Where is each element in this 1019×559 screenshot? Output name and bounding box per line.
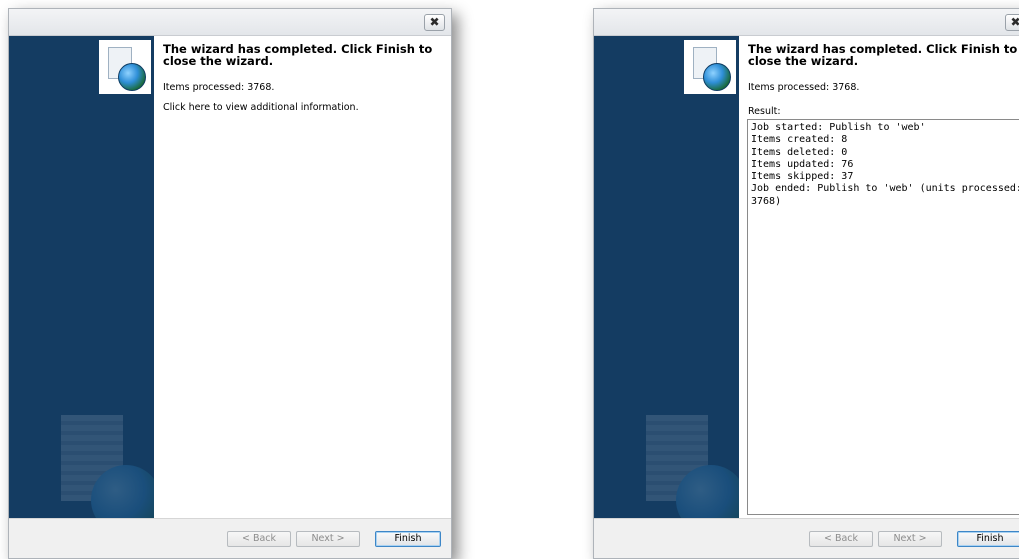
- close-icon[interactable]: ✖: [424, 14, 445, 31]
- completion-heading: The wizard has completed. Click Finish t…: [163, 42, 433, 68]
- publish-globe-icon: [703, 63, 731, 91]
- result-label: Result:: [748, 106, 781, 117]
- next-button[interactable]: Next >: [878, 531, 942, 547]
- close-icon[interactable]: ✖: [1005, 14, 1019, 31]
- wizard-logo: [99, 40, 151, 94]
- wizard-dialog-result: ✖ The wizard has completed. Click Finish…: [593, 8, 1019, 559]
- publish-globe-icon: [118, 63, 146, 91]
- additional-info-link[interactable]: Click here to view additional informatio…: [163, 102, 359, 113]
- result-textbox[interactable]: Job started: Publish to 'web' Items crea…: [747, 119, 1019, 515]
- finish-button[interactable]: Finish: [375, 531, 441, 547]
- wizard-side-panel: [594, 36, 739, 519]
- wizard-content: The wizard has completed. Click Finish t…: [739, 36, 1019, 519]
- watermark-logo: [61, 415, 154, 519]
- button-bar: < Back Next > Finish: [9, 518, 451, 558]
- wizard-dialog-summary: ✖ The wizard has completed. Click Finish…: [8, 8, 452, 559]
- watermark-logo: [646, 415, 739, 519]
- finish-button[interactable]: Finish: [957, 531, 1019, 547]
- completion-heading: The wizard has completed. Click Finish t…: [748, 42, 1018, 68]
- wizard-logo: [684, 40, 736, 94]
- title-bar: ✖: [9, 9, 451, 36]
- title-bar: ✖: [594, 9, 1019, 36]
- back-button[interactable]: < Back: [227, 531, 291, 547]
- wizard-side-panel: [9, 36, 154, 519]
- next-button[interactable]: Next >: [296, 531, 360, 547]
- back-button[interactable]: < Back: [809, 531, 873, 547]
- wizard-content: The wizard has completed. Click Finish t…: [154, 36, 451, 519]
- items-processed-text: Items processed: 3768.: [748, 82, 860, 93]
- button-bar: < Back Next > Finish: [594, 518, 1019, 558]
- items-processed-text: Items processed: 3768.: [163, 82, 275, 93]
